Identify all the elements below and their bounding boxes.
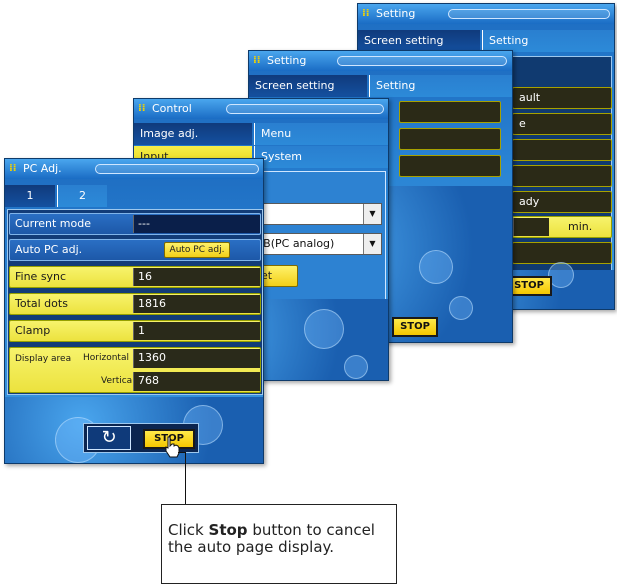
row-label: Clamp (15, 324, 51, 337)
callout-text-bold: Stop (208, 521, 248, 539)
fine-sync-row: Fine sync 16 (9, 266, 261, 288)
window-titlebar: ⁞⁞ Control (134, 99, 388, 119)
hand-cursor-icon (163, 435, 181, 459)
window-title: PC Adj. (23, 162, 62, 175)
window-title: Setting (376, 7, 416, 20)
window-title: Control (152, 102, 192, 115)
current-mode-value: --- (133, 215, 260, 233)
row-text: ady (519, 195, 540, 208)
setting-row-1[interactable] (399, 101, 501, 123)
refresh-icon: ↻ (101, 427, 117, 448)
callout-box: Click Stop button to cancel the auto pag… (161, 504, 397, 584)
window-titlebar: ⁞⁞ Setting (249, 51, 512, 71)
tab-setting[interactable]: Setting (482, 30, 614, 52)
source-select[interactable]: RGB(PC analog) ▼ (247, 233, 382, 255)
tab-system[interactable]: System (254, 146, 388, 168)
total-dots-row: Total dots 1816 (9, 293, 261, 315)
tab-screen-setting[interactable]: Screen setting (358, 30, 480, 52)
setting-row-3[interactable] (399, 155, 501, 177)
tab-setting[interactable]: Setting (369, 75, 512, 97)
callout-text-prefix: Click (168, 521, 209, 539)
tab-row: 1 2 (5, 185, 263, 207)
clamp-row: Clamp 1 (9, 320, 261, 342)
title-bar-decoration (226, 104, 384, 114)
row-label: Fine sync (15, 270, 67, 283)
current-mode-row: Current mode --- (9, 213, 261, 235)
menu-dots-icon: ⁞⁞ (362, 8, 370, 19)
total-dots-value[interactable]: 1816 (133, 295, 260, 313)
minutes-value[interactable] (513, 218, 549, 236)
fine-sync-value[interactable]: 16 (133, 268, 260, 286)
tab-label: Menu (261, 127, 292, 140)
setting-row-4[interactable] (512, 165, 612, 187)
stop-label: STOP (514, 280, 544, 291)
chevron-down-icon: ▼ (363, 204, 381, 224)
tab-1[interactable]: 1 (5, 185, 55, 207)
horizontal-label: Horizontal (83, 353, 129, 363)
refresh-button[interactable]: ↻ (87, 426, 131, 450)
decor-bubble (449, 296, 473, 320)
menu-dots-icon: ⁞⁞ (9, 163, 17, 174)
tab-screen-setting[interactable]: Screen setting (249, 75, 367, 97)
tab-row: Screen setting Setting (249, 75, 512, 97)
row-label: Current mode (15, 217, 92, 230)
tab-menu[interactable]: Menu (254, 123, 388, 145)
row-label: Display area (15, 354, 72, 364)
menu-dots-icon: ⁞⁞ (138, 103, 146, 114)
tab-label: 2 (79, 189, 86, 202)
input-select[interactable]: ▼ (254, 203, 382, 225)
setting-row-2[interactable]: e (512, 113, 612, 135)
setting-row-5[interactable]: ady (512, 191, 612, 213)
tab-label: Setting (489, 34, 529, 47)
callout-line (185, 452, 186, 505)
stop-label: STOP (400, 321, 430, 332)
vertical-value[interactable]: 768 (133, 372, 260, 391)
tab-label: Setting (376, 79, 416, 92)
auto-pc-adj-button[interactable]: Auto PC adj. (164, 242, 230, 258)
tab-label: System (261, 150, 303, 163)
tab-label: Image adj. (140, 127, 199, 140)
chevron-down-icon: ▼ (363, 234, 381, 254)
decor-bubble (344, 355, 368, 379)
auto-pc-adj-row: Auto PC adj. Auto PC adj. (9, 239, 261, 261)
vertical-label: Vertical (101, 376, 135, 386)
callout-connector (178, 452, 186, 453)
minutes-unit: min. (568, 220, 593, 233)
setting-row-7[interactable] (512, 242, 612, 264)
tab-label: Screen setting (255, 79, 335, 92)
row-label: Total dots (15, 297, 68, 310)
setting-row-1[interactable]: ault (512, 87, 612, 109)
row-text: e (519, 117, 526, 130)
tab-row: Screen setting Setting (358, 30, 614, 52)
title-bar-decoration (448, 9, 610, 19)
row-text: ault (519, 91, 541, 104)
setting-row-3[interactable] (512, 139, 612, 161)
tab-row-1: Image adj. Menu (134, 123, 388, 145)
window-title: Setting (267, 54, 307, 67)
row-label: Auto PC adj. (15, 243, 83, 256)
pc-adj-window: ⁞⁞ PC Adj. 1 2 Current mode --- Auto PC … (4, 158, 264, 464)
setting-row-2[interactable] (399, 128, 501, 150)
decor-bubble (419, 250, 453, 284)
tab-image-adj[interactable]: Image adj. (134, 123, 252, 145)
stop-button[interactable]: STOP (392, 317, 438, 337)
tab-label: Screen setting (364, 34, 444, 47)
menu-dots-icon: ⁞⁞ (253, 55, 261, 66)
tab-2[interactable]: 2 (57, 185, 107, 207)
title-bar-decoration (95, 164, 259, 174)
tab-label: 1 (26, 189, 34, 202)
display-area-row: Display area Horizontal 1360 Vertical 76… (9, 347, 261, 393)
decor-bubble (304, 309, 344, 349)
window-titlebar: ⁞⁞ PC Adj. (5, 159, 263, 179)
title-bar-decoration (337, 56, 507, 66)
minutes-row: min. (512, 216, 612, 238)
clamp-value[interactable]: 1 (133, 322, 260, 340)
window-titlebar: ⁞⁞ Setting (358, 4, 614, 24)
horizontal-value[interactable]: 1360 (133, 349, 260, 368)
